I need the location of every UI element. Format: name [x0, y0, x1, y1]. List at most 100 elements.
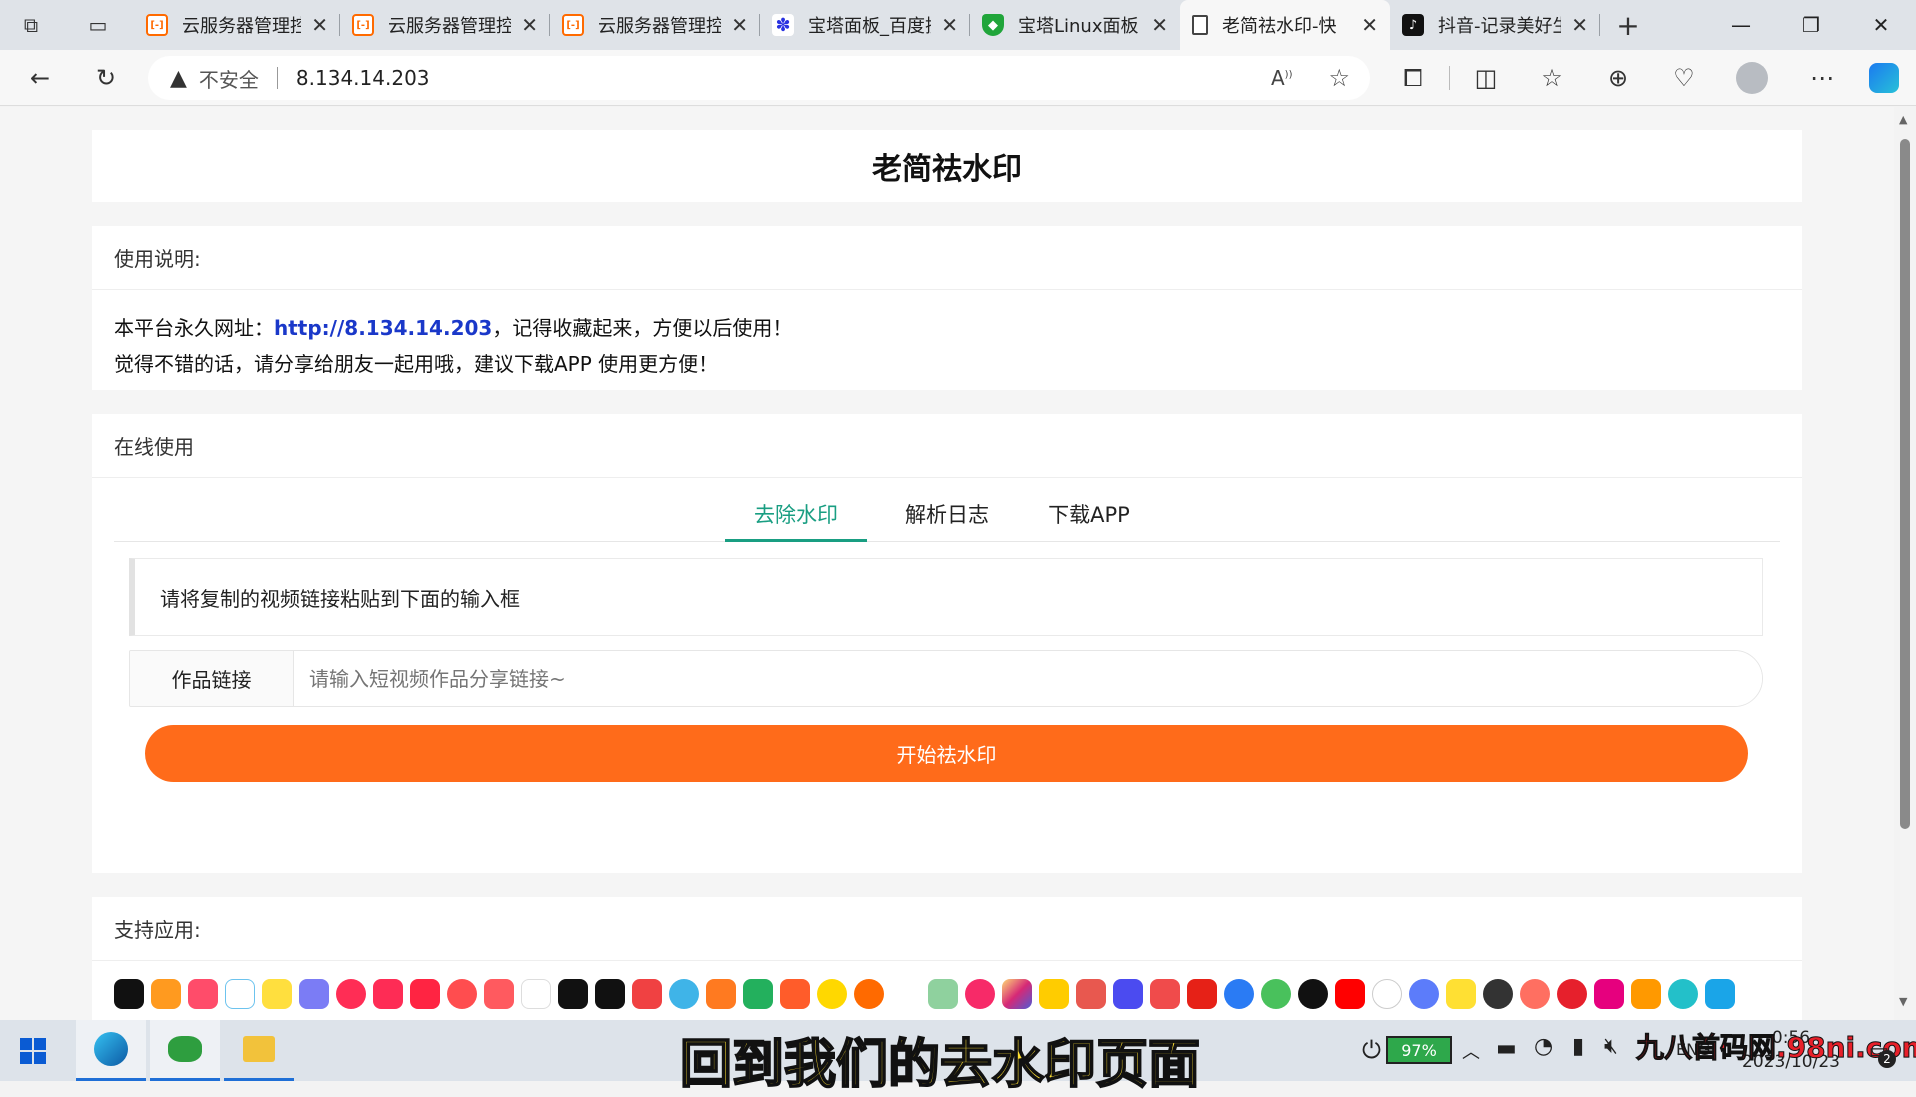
browser-tab[interactable]: [-] 云服务器管理控制台 ✕	[550, 0, 760, 50]
xiaohongshu-app-icon	[410, 979, 440, 1009]
app-icon	[373, 979, 403, 1009]
baidu-paw-icon: ✽	[772, 14, 794, 36]
browser-tab-strip: ⧉ ▭ [-] 云服务器管理控制台 ✕ [-] 云服务器管理控制台 ✕ [-] …	[0, 0, 1916, 50]
windows-taskbar: 回到我们的去水印页面 ⏻ 97% ︿ ▬ ◔ ▮ 🔇︎ ENG 0:56 202…	[0, 1020, 1916, 1096]
close-tab-icon[interactable]: ✕	[1571, 13, 1588, 37]
app-icon	[1594, 979, 1624, 1009]
app-icon	[151, 979, 181, 1009]
tab-title: 宝塔Linux面板	[1018, 16, 1139, 37]
url-text[interactable]: 8.134.14.203	[296, 66, 430, 90]
network-adapter-icon[interactable]: ▬	[1496, 1036, 1517, 1061]
tab-title: 云服务器管理控制台	[182, 16, 302, 37]
online-use-header: 在线使用	[92, 414, 1802, 478]
close-window-button[interactable]: ✕	[1846, 0, 1916, 50]
battery-indicator[interactable]: 97%	[1386, 1036, 1452, 1064]
scroll-up-arrow-icon[interactable]: ▲	[1899, 113, 1907, 126]
power-plug-icon[interactable]: ⏻	[1362, 1036, 1381, 1064]
supported-apps-header: 支持应用:	[92, 897, 1802, 961]
browser-tab[interactable]: [-] 云服务器管理控制台 ✕	[340, 0, 550, 50]
start-remove-watermark-button[interactable]: 开始祛水印	[145, 725, 1748, 782]
link-input-group: 作品链接	[129, 650, 1763, 707]
app-icon	[817, 979, 847, 1009]
tab-title: 宝塔面板_百度搜索	[808, 16, 931, 37]
app-icon	[1520, 979, 1550, 1009]
app-icon	[780, 979, 810, 1009]
aliyun-favicon-icon: [-]	[146, 14, 168, 36]
back-arrow-icon[interactable]: ←	[20, 58, 60, 98]
browser-tab[interactable]: ✽ 宝塔面板_百度搜索 ✕	[760, 0, 970, 50]
close-tab-icon[interactable]: ✕	[1151, 13, 1168, 37]
close-tab-icon[interactable]: ✕	[311, 13, 328, 37]
address-bar[interactable]: ▲ 不安全 8.134.14.203 A)) ☆	[148, 56, 1370, 100]
page-title: 老简祛水印	[872, 152, 1022, 187]
security-label[interactable]: 不安全	[199, 64, 259, 93]
supported-apps-card: 支持应用:	[92, 897, 1802, 1020]
app-icon	[1150, 979, 1180, 1009]
notice-box: 请将复制的视频链接粘贴到下面的输入框	[129, 558, 1763, 636]
show-hidden-icons-chevron-icon[interactable]: ︿	[1462, 1038, 1480, 1064]
app-icon	[1187, 979, 1217, 1009]
douyin-app-icon	[114, 979, 144, 1009]
microphone-icon[interactable]: ▮	[1572, 1034, 1584, 1059]
extensions-puzzle-icon[interactable]: ⧠	[1393, 58, 1433, 98]
instructions-header: 使用说明:	[92, 226, 1802, 290]
read-aloud-icon[interactable]: A))	[1271, 66, 1293, 90]
supported-apps-row	[114, 979, 1784, 1019]
app-icon	[1631, 979, 1661, 1009]
new-tab-button[interactable]: +	[1600, 0, 1656, 50]
browser-essentials-icon[interactable]: ♡	[1664, 58, 1704, 98]
page-scrollbar[interactable]: ▲ ▼	[1894, 107, 1916, 1020]
aliyun-favicon-icon: [-]	[352, 14, 374, 36]
browser-tab[interactable]: [-] 云服务器管理控制台 ✕	[134, 0, 340, 50]
app-icon	[484, 979, 514, 1009]
subtitle-overlay: 回到我们的去水印页面	[679, 1034, 1201, 1096]
browser-toolbar: ← ↻ ▲ 不安全 8.134.14.203 A)) ☆ ⧠ ◫ ☆ ⊕ ♡ ⋯	[0, 50, 1916, 106]
permanent-url-link[interactable]: http://8.134.14.203	[274, 316, 492, 340]
refresh-icon[interactable]: ↻	[86, 58, 126, 98]
favorite-star-icon[interactable]: ☆	[1328, 64, 1350, 92]
close-tab-icon[interactable]: ✕	[731, 13, 748, 37]
edge-taskbar-icon[interactable]	[76, 1020, 146, 1081]
video-app-taskbar-icon[interactable]	[150, 1020, 220, 1081]
scrollbar-thumb[interactable]	[1900, 139, 1910, 829]
youtube-app-icon	[1335, 979, 1365, 1009]
browser-tab-active[interactable]: 老简祛水印-快 ✕	[1180, 0, 1390, 50]
restore-button[interactable]: ❐	[1776, 0, 1846, 50]
weibo-app-icon	[262, 979, 292, 1009]
tab-actions-icon[interactable]: ▭	[62, 0, 134, 50]
close-tab-icon[interactable]: ✕	[521, 13, 538, 37]
instagram-app-icon	[1002, 979, 1032, 1009]
app-icon	[595, 979, 625, 1009]
favorites-icon[interactable]: ☆	[1532, 58, 1572, 98]
windows-start-icon[interactable]	[20, 1038, 46, 1064]
collections-icon[interactable]: ⊕	[1598, 58, 1638, 98]
browser-tab[interactable]: ◆ 宝塔Linux面板 ✕	[970, 0, 1180, 50]
notifications-icon[interactable]: ▭ 2	[1862, 1034, 1896, 1068]
warning-triangle-icon[interactable]: ▲	[170, 66, 187, 91]
more-menu-icon[interactable]: ⋯	[1802, 58, 1842, 98]
minimize-button[interactable]: —	[1706, 0, 1776, 50]
tiktok-app-icon	[1298, 979, 1328, 1009]
close-tab-icon[interactable]: ✕	[941, 13, 958, 37]
qq-app-icon	[1705, 979, 1735, 1009]
scroll-down-arrow-icon[interactable]: ▼	[1899, 995, 1907, 1008]
app-icon	[1224, 979, 1254, 1009]
notice-text: 请将复制的视频链接粘贴到下面的输入框	[160, 586, 520, 611]
wifi-icon[interactable]: ◔	[1534, 1034, 1553, 1059]
tab-remove-watermark[interactable]: 去除水印	[725, 478, 867, 542]
app-icon	[1372, 979, 1402, 1009]
tab-download-app[interactable]: 下载APP	[1024, 478, 1154, 542]
workspaces-icon[interactable]: ⧉	[0, 0, 62, 50]
notification-count-badge: 2	[1878, 1050, 1896, 1068]
address-divider	[276, 67, 278, 89]
tab-parse-log[interactable]: 解析日志	[887, 478, 1007, 542]
copilot-icon[interactable]	[1864, 58, 1904, 98]
tab-title: 云服务器管理控制台	[598, 16, 722, 37]
close-tab-icon[interactable]: ✕	[1361, 13, 1378, 37]
profile-avatar[interactable]	[1732, 58, 1772, 98]
file-explorer-taskbar-icon[interactable]	[224, 1020, 294, 1081]
volume-muted-icon[interactable]: 🔇︎	[1604, 1034, 1618, 1059]
video-link-input[interactable]	[294, 651, 1762, 706]
split-screen-icon[interactable]: ◫	[1466, 58, 1506, 98]
browser-tab[interactable]: ♪ 抖音-记录美好生活 ✕	[1390, 0, 1600, 50]
